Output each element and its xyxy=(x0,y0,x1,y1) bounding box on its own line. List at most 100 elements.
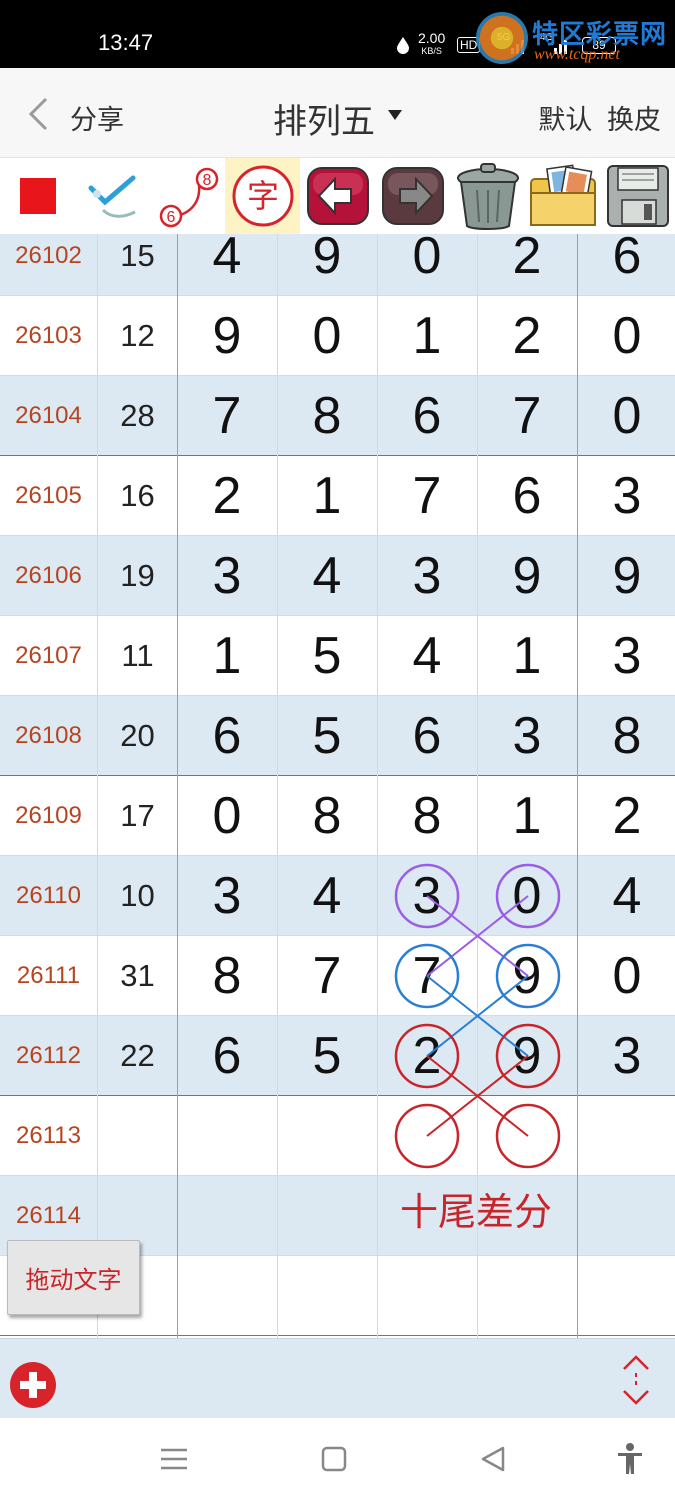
digit-cell[interactable]: 1 xyxy=(477,776,577,855)
digit-cell[interactable] xyxy=(277,1176,377,1255)
digit-cell[interactable]: 4 xyxy=(277,536,377,615)
digit-cell[interactable]: 3 xyxy=(577,1016,675,1095)
digit-cell[interactable]: 4 xyxy=(377,616,477,695)
digit-cell[interactable]: 9 xyxy=(477,1016,577,1095)
home-icon[interactable] xyxy=(317,1442,351,1476)
connect-dots-button[interactable]: 8 6 xyxy=(150,158,225,234)
digit-cell[interactable]: 3 xyxy=(477,696,577,775)
digit-cell[interactable]: 0 xyxy=(177,776,277,855)
digit-cell[interactable]: 9 xyxy=(477,536,577,615)
digit-cell[interactable]: 2 xyxy=(577,776,675,855)
digit-cell[interactable]: 9 xyxy=(177,296,277,375)
digit-cell[interactable]: 3 xyxy=(577,456,675,535)
digit-cell[interactable]: 8 xyxy=(377,776,477,855)
undo-button[interactable] xyxy=(300,158,375,234)
back-icon[interactable] xyxy=(477,1442,511,1476)
digit-cell[interactable]: 9 xyxy=(577,536,675,615)
digit-cell[interactable]: 2 xyxy=(177,456,277,535)
sum-cell: 17 xyxy=(120,797,155,833)
digit-cell[interactable]: 3 xyxy=(377,536,477,615)
digit-cell[interactable]: 9 xyxy=(277,234,377,295)
digit-cell[interactable]: 3 xyxy=(377,856,477,935)
digit-cell[interactable]: 2 xyxy=(377,1016,477,1095)
drawing-toolbar: 8 6 字 xyxy=(0,158,675,234)
digit-cell[interactable]: 6 xyxy=(577,234,675,295)
menu-icon[interactable] xyxy=(157,1442,191,1476)
digit-cell[interactable]: 1 xyxy=(377,296,477,375)
digit-cell[interactable] xyxy=(477,1256,577,1335)
digit-cell[interactable]: 5 xyxy=(277,696,377,775)
redo-arrow-icon xyxy=(381,167,444,225)
digit-cell[interactable]: 5 xyxy=(277,616,377,695)
digit-cell[interactable]: 0 xyxy=(577,936,675,1015)
share-button[interactable]: 分享 xyxy=(70,98,124,137)
digit-cell[interactable] xyxy=(377,1256,477,1335)
period-cell: 26109 xyxy=(15,801,82,829)
app-header: 分享 排列五 默认 换皮 xyxy=(0,68,675,158)
digit-cell[interactable] xyxy=(577,1256,675,1335)
digit-cell[interactable]: 9 xyxy=(477,936,577,1015)
delete-button[interactable] xyxy=(450,158,525,234)
digit-cell[interactable]: 6 xyxy=(377,376,477,455)
watermark-logo: 特区彩票网 www.tcqp.net xyxy=(476,12,675,68)
check-tool-button[interactable] xyxy=(75,158,150,234)
color-picker-button[interactable] xyxy=(0,158,75,234)
digit-cell[interactable]: 7 xyxy=(377,456,477,535)
digit-cell[interactable]: 7 xyxy=(477,376,577,455)
lottery-title-dropdown[interactable]: 排列五 xyxy=(273,94,375,143)
digit-cell[interactable] xyxy=(277,1256,377,1335)
digit-cell[interactable] xyxy=(477,1096,577,1175)
digit-cell[interactable]: 1 xyxy=(477,616,577,695)
digit-cell[interactable]: 8 xyxy=(277,776,377,855)
redo-button[interactable] xyxy=(375,158,450,234)
digit-cell[interactable] xyxy=(377,1096,477,1175)
digit-cell[interactable]: 6 xyxy=(377,696,477,775)
annotation-caption[interactable]: 十尾差分 xyxy=(400,1181,552,1236)
digit-cell[interactable]: 5 xyxy=(277,1016,377,1095)
change-skin-button[interactable]: 换皮 xyxy=(607,105,661,136)
digit-cell[interactable] xyxy=(277,1096,377,1175)
digit-cell[interactable]: 0 xyxy=(277,296,377,375)
digit-cell[interactable]: 2 xyxy=(477,296,577,375)
digit-cell[interactable]: 1 xyxy=(277,456,377,535)
digit-cell[interactable]: 1 xyxy=(177,616,277,695)
caret-down-icon[interactable] xyxy=(388,110,402,120)
digit-cell[interactable] xyxy=(577,1096,675,1175)
digit-cell[interactable]: 6 xyxy=(177,696,277,775)
digit-cell[interactable]: 0 xyxy=(577,296,675,375)
digit-cell[interactable]: 7 xyxy=(277,936,377,1015)
digit-cell[interactable]: 2 xyxy=(477,234,577,295)
default-button[interactable]: 默认 xyxy=(538,105,592,136)
digit-cell[interactable]: 8 xyxy=(577,696,675,775)
save-button[interactable] xyxy=(600,158,675,234)
app-screen: 13:47 2.00KB/S HD 5G 4G 89 特区彩票网 www.tcq… xyxy=(0,0,675,1500)
digit-cell[interactable]: 4 xyxy=(277,856,377,935)
digit-cell[interactable] xyxy=(177,1176,277,1255)
digit-cell[interactable]: 8 xyxy=(277,376,377,455)
digit-cell[interactable]: 7 xyxy=(377,936,477,1015)
digit-cell[interactable] xyxy=(577,1176,675,1255)
digit-cell[interactable]: 3 xyxy=(177,856,277,935)
text-tool-button[interactable]: 字 xyxy=(225,158,300,234)
digit-cell[interactable]: 6 xyxy=(177,1016,277,1095)
up-down-arrows-icon[interactable] xyxy=(618,1353,654,1407)
digit-cell[interactable]: 3 xyxy=(577,616,675,695)
digit-cell[interactable] xyxy=(177,1096,277,1175)
digit-cell[interactable]: 4 xyxy=(177,234,277,295)
digit-cell[interactable]: 0 xyxy=(577,376,675,455)
drag-text-button[interactable]: 拖动文字 xyxy=(7,1240,140,1315)
plus-circle-icon[interactable] xyxy=(10,1362,56,1408)
digit-cell[interactable]: 0 xyxy=(477,856,577,935)
digit-cell[interactable]: 4 xyxy=(577,856,675,935)
digit-cell[interactable]: 8 xyxy=(177,936,277,1015)
chevron-left-icon[interactable] xyxy=(26,96,50,132)
digit-cell[interactable]: 7 xyxy=(177,376,277,455)
digit-cell[interactable]: 0 xyxy=(377,234,477,295)
speed-value: 2.00 xyxy=(418,30,446,46)
accessibility-icon[interactable] xyxy=(613,1442,647,1476)
digit-cell[interactable]: 6 xyxy=(477,456,577,535)
open-image-button[interactable] xyxy=(525,158,600,234)
svg-text:8: 8 xyxy=(202,172,211,189)
digit-cell[interactable] xyxy=(177,1256,277,1335)
digit-cell[interactable]: 3 xyxy=(177,536,277,615)
